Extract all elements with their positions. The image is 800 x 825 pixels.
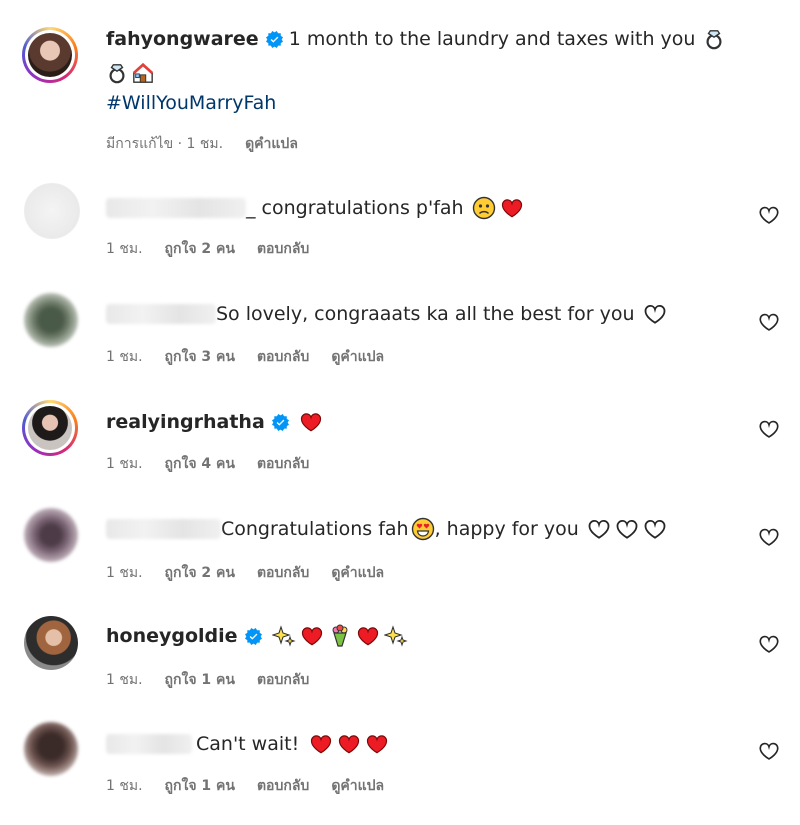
comment-time: 1 ชม. — [106, 565, 143, 581]
reply-button[interactable]: ตอบกลับ — [257, 453, 309, 475]
comment-time: 1 ชม. — [106, 778, 143, 794]
reply-button[interactable]: ตอบกลับ — [257, 775, 309, 797]
hashtag-link[interactable]: #WillYouMarryFah — [106, 92, 276, 114]
like-heart-icon[interactable] — [758, 633, 780, 655]
like-heart-icon[interactable] — [758, 418, 780, 440]
comment-time: 1 ชม. — [106, 241, 143, 257]
like-heart-icon[interactable] — [758, 204, 780, 226]
comment-meta: 1 ชม. ถูกใจ 1 คน ตอบกลับ — [106, 669, 331, 691]
comment-line: So lovely, congraaats ka all the best fo… — [106, 302, 667, 326]
red-heart-icon — [299, 410, 323, 434]
sparkles-icon — [384, 624, 408, 648]
comment-time: 1 ชม. — [106, 349, 143, 365]
verified-icon — [266, 31, 283, 48]
comment-time: 1 ชม. — [106, 672, 143, 688]
post-username[interactable]: fahyongwaree — [106, 28, 259, 50]
post-translate-link[interactable]: ดูคำแปล — [245, 133, 298, 155]
white-heart-icon — [587, 517, 611, 541]
comment-line: Can't wait! — [106, 732, 389, 756]
comment-text: So lovely, congraaats ka all the best fo… — [216, 303, 635, 325]
reply-button[interactable]: ตอบกลับ — [257, 346, 309, 368]
bouquet-icon — [328, 624, 352, 648]
white-heart-icon — [643, 302, 667, 326]
ring-icon — [703, 28, 725, 50]
comment-meta: 1 ชม. ถูกใจ 4 คน ตอบกลับ — [106, 453, 331, 475]
comment-text: _ congratulations p'fah — [246, 197, 464, 219]
comment-avatar[interactable] — [24, 293, 78, 347]
comment-text-cont: , happy for you — [434, 518, 579, 540]
ring-icon — [106, 62, 128, 84]
comment-meta: 1 ชม. ถูกใจ 3 คน ตอบกลับ ดูคำแปล — [106, 346, 406, 368]
comment-avatar[interactable] — [24, 616, 78, 670]
comment-avatar[interactable] — [24, 508, 78, 562]
comment-avatar[interactable] — [22, 400, 78, 456]
blurred-username — [106, 198, 246, 218]
comment-text: Congratulations fah — [221, 518, 409, 540]
comment-line: Congratulations fah , happy for you — [106, 517, 667, 541]
like-heart-icon[interactable] — [758, 740, 780, 762]
red-heart-icon — [356, 624, 380, 648]
comment-meta: 1 ชม. ถูกใจ 1 คน ตอบกลับ ดูคำแปล — [106, 775, 406, 797]
red-heart-icon — [309, 732, 333, 756]
comment-likes[interactable]: ถูกใจ 3 คน — [165, 346, 235, 368]
blurred-username — [106, 734, 192, 754]
comment-likes[interactable]: ถูกใจ 2 คน — [165, 238, 235, 260]
translate-link[interactable]: ดูคำแปล — [331, 562, 384, 584]
red-heart-icon — [365, 732, 389, 756]
caption-line: fahyongwaree 1 month to the laundry and … — [106, 28, 725, 50]
red-heart-icon — [337, 732, 361, 756]
comment-likes[interactable]: ถูกใจ 4 คน — [165, 453, 235, 475]
post-author-avatar[interactable] — [22, 27, 78, 83]
comment-username[interactable]: realyingrhatha — [106, 411, 265, 433]
like-heart-icon[interactable] — [758, 311, 780, 333]
translate-link[interactable]: ดูคำแปล — [331, 775, 384, 797]
comment-text: Can't wait! — [196, 733, 300, 755]
comment-meta: 1 ชม. ถูกใจ 2 คน ตอบกลับ ดูคำแปล — [106, 562, 406, 584]
white-heart-icon — [643, 517, 667, 541]
verified-icon — [245, 628, 262, 645]
heart-eyes-icon — [411, 517, 435, 541]
comment-username[interactable]: honeygoldie — [106, 625, 238, 647]
comment-likes[interactable]: ถูกใจ 1 คน — [165, 775, 235, 797]
like-heart-icon[interactable] — [758, 526, 780, 548]
red-heart-icon — [300, 624, 324, 648]
post-edited-time: มีการแก้ไข · 1 ชม. — [106, 136, 224, 152]
comment-line: honeygoldie — [106, 624, 408, 648]
house-icon — [132, 62, 154, 84]
blurred-username — [106, 519, 221, 539]
reply-button[interactable]: ตอบกลับ — [257, 562, 309, 584]
comment-avatar[interactable] — [24, 183, 80, 239]
comment-time: 1 ชม. — [106, 456, 143, 472]
sparkles-icon — [272, 624, 296, 648]
comment-line: _ congratulations p'fah — [106, 196, 524, 220]
white-heart-icon — [615, 517, 639, 541]
comment-likes[interactable]: ถูกใจ 2 คน — [165, 562, 235, 584]
post-meta: มีการแก้ไข · 1 ชม. ดูคำแปล — [106, 133, 320, 155]
blurred-username — [106, 304, 216, 324]
reply-button[interactable]: ตอบกลับ — [257, 669, 309, 691]
translate-link[interactable]: ดูคำแปล — [331, 346, 384, 368]
comment-avatar[interactable] — [24, 722, 78, 776]
comment-line: realyingrhatha — [106, 410, 323, 434]
verified-icon — [272, 414, 289, 431]
red-heart-icon — [500, 196, 524, 220]
caption-emoji-line — [106, 62, 154, 84]
comment-meta: 1 ชม. ถูกใจ 2 คน ตอบกลับ — [106, 238, 331, 260]
comment-likes[interactable]: ถูกใจ 1 คน — [165, 669, 235, 691]
sad-face-icon — [472, 196, 496, 220]
reply-button[interactable]: ตอบกลับ — [257, 238, 309, 260]
caption-text: 1 month to the laundry and taxes with yo… — [288, 28, 696, 50]
